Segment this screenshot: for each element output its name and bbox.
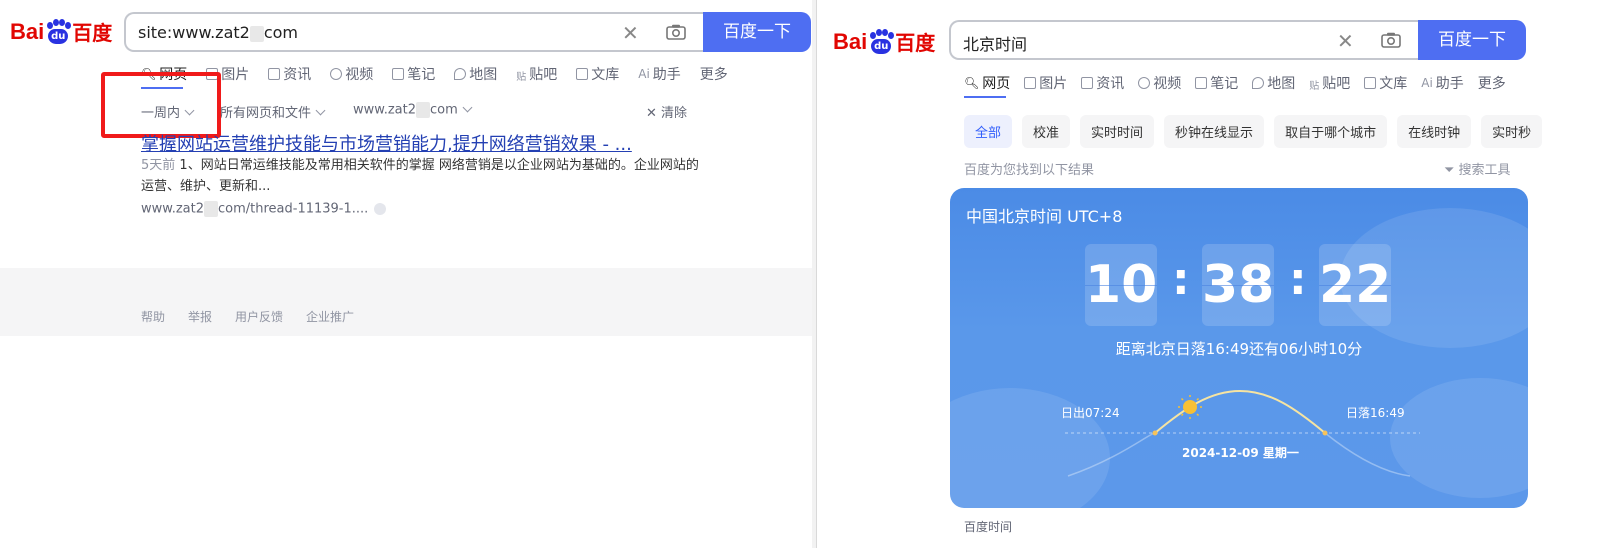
redacted-blur [204, 201, 218, 217]
tab-map[interactable]: 地图 [1252, 73, 1295, 93]
news-icon [268, 68, 281, 80]
footer-link-report[interactable]: 举报 [188, 308, 212, 325]
result-title-link[interactable]: 掌握网站运营维护技能与市场营销能力,提升网络营销效果 - ... [141, 130, 632, 156]
logo-text-cn: 百度 [895, 31, 936, 55]
beijing-time-card: 中国北京时间 UTC+8 10 : 38 : 22 距离北京日落16:49还有0… [950, 188, 1528, 508]
baidu-logo[interactable]: Bai du 百度 [833, 27, 935, 56]
map-icon [454, 68, 467, 80]
tab-wenku[interactable]: 文库 [1364, 73, 1407, 93]
search-tabs: 🔍︎ 网页 图片 资讯 视频 笔记 地图 贴贴吧 文库 Ai 助手 更多 [964, 73, 1525, 98]
search-button[interactable]: 百度一下 [703, 12, 811, 52]
logo-text-cn: 百度 [72, 21, 113, 45]
tab-video[interactable]: 视频 [330, 64, 373, 84]
baidu-logo[interactable]: Bai du 百度 [10, 17, 112, 46]
result-abstract-text: 1、网站日常运维技能及常用相关软件的掌握 网络营销是以企业网站为基础的。企业网站… [141, 158, 699, 194]
chip-realtime-seconds[interactable]: 实时秒 [1481, 115, 1543, 148]
result-date: 5天前 [141, 158, 176, 173]
highlight-annotation-box [101, 72, 221, 138]
redacted-blur [416, 102, 430, 118]
chip-which-city[interactable]: 取自于哪个城市 [1274, 115, 1388, 148]
chevron-down-icon [462, 102, 473, 112]
search-tools[interactable]: ⏷ 搜索工具 [1444, 159, 1511, 178]
news-icon [1081, 77, 1094, 89]
search-input[interactable]: site:www.zat2 com ✕ [124, 12, 704, 52]
footer-link-promotion[interactable]: 企业推广 [306, 308, 354, 325]
footer-link-help[interactable]: 帮助 [141, 308, 165, 325]
chip-all[interactable]: 全部 [964, 115, 1013, 148]
tab-web[interactable]: 🔍︎ 网页 [964, 73, 1010, 93]
chip-calibrate[interactable]: 校准 [1022, 115, 1071, 148]
tab-assistant[interactable]: Ai 助手 [638, 64, 681, 84]
search-button[interactable]: 百度一下 [1418, 20, 1526, 60]
filter-icon: ⏷ [1444, 163, 1459, 178]
search-tabs: 🔍︎ 网页 图片 资讯 视频 笔记 地图 贴贴吧 文库 Ai 助手 更多 [141, 64, 747, 89]
tab-images[interactable]: 图片 [1024, 73, 1067, 93]
tab-news[interactable]: 资讯 [268, 64, 311, 84]
tab-tieba[interactable]: 贴贴吧 [516, 64, 557, 84]
chevron-down-icon [315, 105, 326, 116]
tab-news[interactable]: 资讯 [1081, 73, 1124, 93]
search-input[interactable]: 北京时间 ✕ [949, 20, 1419, 60]
map-icon [1252, 77, 1265, 89]
sunset-time: 日落16:49 [1346, 406, 1405, 420]
tab-notes[interactable]: 笔记 [1195, 73, 1238, 93]
image-icon [1024, 77, 1037, 89]
sunrise-time: 日出07:24 [1061, 406, 1120, 420]
redacted-blur [249, 25, 264, 42]
ai-icon: Ai [1421, 76, 1433, 90]
close-icon: ✕ [646, 106, 662, 121]
tab-assistant[interactable]: Ai 助手 [1421, 73, 1464, 93]
safety-icon [374, 203, 387, 215]
site-filter[interactable]: www.zat2 com [353, 102, 473, 118]
tab-map[interactable]: 地图 [454, 64, 497, 84]
tieba-icon: 贴 [1309, 81, 1320, 92]
tab-video[interactable]: 视频 [1138, 73, 1181, 93]
card-caption[interactable]: 百度时间 [964, 518, 1012, 535]
chip-realtime[interactable]: 实时时间 [1080, 115, 1155, 148]
logo-text-bai: Bai [833, 28, 868, 54]
video-icon [330, 68, 343, 80]
doc-icon [576, 68, 589, 80]
related-chips: 全部 校准 实时时间 秒钟在线显示 取自于哪个城市 在线时钟 实时秒 [964, 115, 1543, 148]
active-tab-underline [964, 96, 1006, 98]
tab-wenku[interactable]: 文库 [576, 64, 619, 84]
ai-icon: Ai [638, 67, 650, 81]
result-url[interactable]: www.zat2 com/thread-11139-1.... [141, 201, 387, 217]
tab-tieba[interactable]: 贴贴吧 [1309, 73, 1350, 93]
clear-icon[interactable]: ✕ [622, 21, 639, 45]
left-browser-pane: Bai du 百度 site:www.zat2 com ✕ 百度一下 🔍︎ 网页 图… [0, 0, 812, 548]
right-browser-pane: Bai du 百度 北京时间 ✕ 百度一下 🔍︎ 网页 图片 资讯 视频 笔记 地… [816, 0, 1605, 548]
baidu-paw-icon: du [868, 28, 895, 55]
clock-date: 2024-12-09 星期一 [1182, 446, 1299, 460]
search-query: site:www.zat2 com [138, 23, 298, 42]
chip-seconds-online[interactable]: 秒钟在线显示 [1164, 115, 1265, 148]
video-icon [1138, 77, 1151, 89]
type-filter[interactable]: 所有网页和文件 [220, 102, 326, 121]
result-abstract: 5天前 1、网站日常运维技能及常用相关软件的掌握 网络营销是以企业网站为基础的。… [141, 155, 701, 197]
results-found-text: 百度为您找到以下结果 [964, 163, 1095, 178]
camera-icon[interactable] [1381, 32, 1401, 48]
tab-more[interactable]: 更多 [700, 64, 728, 84]
tieba-icon: 贴 [516, 72, 527, 83]
baidu-paw-icon: du [45, 18, 72, 45]
search-icon: 🔍︎ [964, 76, 980, 90]
footer-link-feedback[interactable]: 用户反馈 [235, 308, 283, 325]
note-icon [392, 68, 405, 80]
clear-filters[interactable]: ✕ 清除 [646, 102, 687, 121]
doc-icon [1364, 77, 1377, 89]
page-footer: 帮助 举报 用户反馈 企业推广 [0, 268, 812, 336]
note-icon [1195, 77, 1208, 89]
chip-online-clock[interactable]: 在线时钟 [1397, 115, 1472, 148]
camera-icon[interactable] [666, 24, 686, 40]
search-query: 北京时间 [963, 35, 1028, 54]
tab-notes[interactable]: 笔记 [392, 64, 435, 84]
tab-more[interactable]: 更多 [1478, 73, 1506, 93]
logo-text-bai: Bai [10, 18, 45, 44]
clear-icon[interactable]: ✕ [1337, 29, 1354, 53]
sun-icon [1178, 395, 1202, 419]
